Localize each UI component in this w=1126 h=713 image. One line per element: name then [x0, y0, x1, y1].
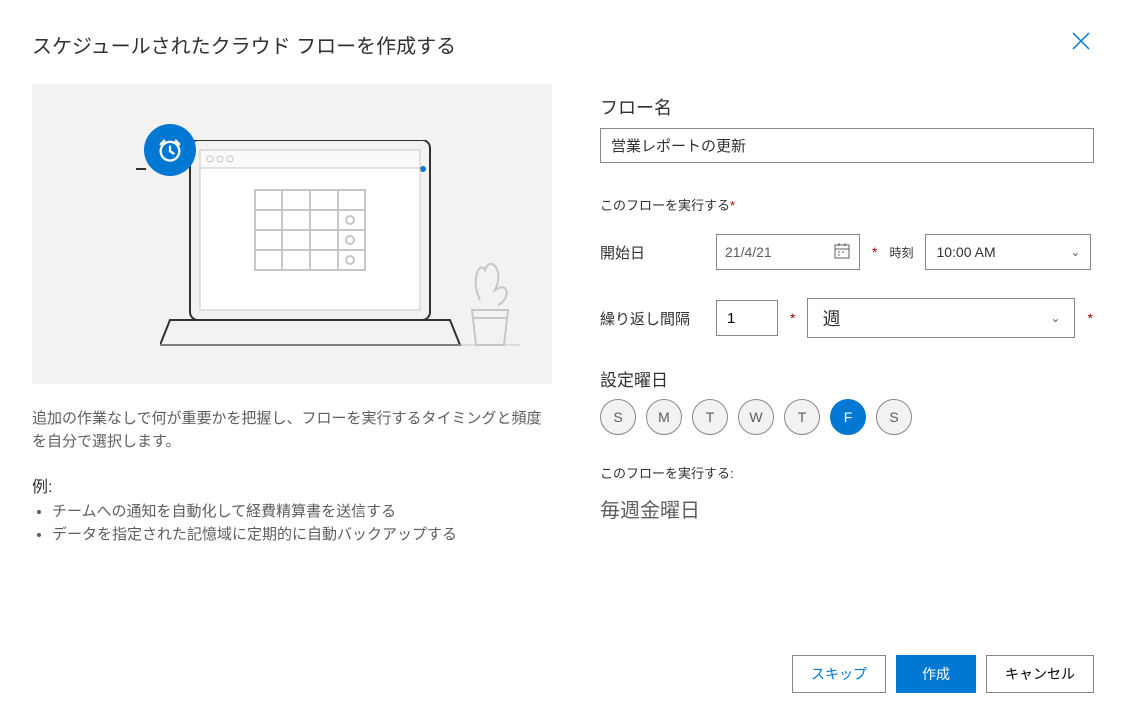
dialog-footer: スキップ 作成 キャンセル	[792, 655, 1094, 693]
close-button[interactable]	[1068, 28, 1094, 60]
day-button-0[interactable]: S	[600, 399, 636, 435]
right-panel: フロー名 このフローを実行する* 開始日 21/4/21 * 時刻 10:00 …	[600, 84, 1094, 546]
required-star: *	[1087, 310, 1092, 326]
time-select[interactable]: 10:00 AM ⌄	[925, 234, 1091, 270]
example-item: チームへの通知を自動化して経費精算書を送信する	[52, 501, 552, 524]
skip-button[interactable]: スキップ	[792, 655, 886, 693]
days-label: 設定曜日	[600, 366, 1094, 391]
examples-label: 例:	[32, 473, 552, 497]
day-button-2[interactable]: T	[692, 399, 728, 435]
required-star: *	[790, 310, 795, 326]
start-date-label: 開始日	[600, 242, 704, 263]
repeat-row: 繰り返し間隔 * 週 ⌄ *	[600, 298, 1094, 338]
laptop-illustration	[160, 140, 520, 370]
dialog-title: スケジュールされたクラウド フローを作成する	[32, 30, 456, 59]
summary-value: 毎週金曜日	[600, 494, 1094, 523]
calendar-icon	[833, 242, 851, 263]
unit-select[interactable]: 週 ⌄	[807, 298, 1075, 338]
unit-value: 週	[822, 305, 840, 331]
time-value: 10:00 AM	[936, 244, 995, 260]
start-date-value: 21/4/21	[725, 244, 772, 260]
start-date-row: 開始日 21/4/21 * 時刻 10:00 AM ⌄	[600, 234, 1094, 270]
chevron-down-icon: ⌄	[1050, 311, 1060, 325]
day-button-4[interactable]: T	[784, 399, 820, 435]
description-text: 追加の作業なしで何が重要かを把握し、フローを実行するタイミングと頻度を自分で選択…	[32, 408, 552, 453]
day-button-6[interactable]: S	[876, 399, 912, 435]
day-button-1[interactable]: M	[646, 399, 682, 435]
day-button-5[interactable]: F	[830, 399, 866, 435]
flow-name-input[interactable]	[600, 128, 1094, 163]
cancel-button[interactable]: キャンセル	[986, 655, 1094, 693]
start-date-input[interactable]: 21/4/21	[716, 234, 860, 270]
time-label: 時刻	[889, 244, 913, 261]
day-button-3[interactable]: W	[738, 399, 774, 435]
create-scheduled-flow-dialog: スケジュールされたクラウド フローを作成する	[0, 0, 1126, 713]
chevron-down-icon: ⌄	[1070, 245, 1080, 259]
illustration	[32, 84, 552, 384]
interval-input[interactable]	[716, 300, 778, 336]
create-button[interactable]: 作成	[896, 655, 976, 693]
dialog-header: スケジュールされたクラウド フローを作成する	[32, 28, 1094, 60]
left-panel: 追加の作業なしで何が重要かを把握し、フローを実行するタイミングと頻度を自分で選択…	[32, 84, 552, 546]
summary-label: このフローを実行する:	[600, 463, 1094, 482]
dialog-content: 追加の作業なしで何が重要かを把握し、フローを実行するタイミングと頻度を自分で選択…	[32, 84, 1094, 546]
examples-list: チームへの通知を自動化して経費精算書を送信する データを指定された記憶域に定期的…	[32, 501, 552, 546]
flow-name-label: フロー名	[600, 94, 1094, 120]
run-heading: このフローを実行する*	[600, 195, 1094, 214]
days-row: SMTWTFS	[600, 399, 1094, 435]
close-icon	[1072, 32, 1090, 50]
example-item: データを指定された記憶域に定期的に自動バックアップする	[52, 524, 552, 547]
repeat-label: 繰り返し間隔	[600, 308, 704, 329]
required-star: *	[872, 244, 877, 260]
clock-icon	[144, 124, 196, 176]
